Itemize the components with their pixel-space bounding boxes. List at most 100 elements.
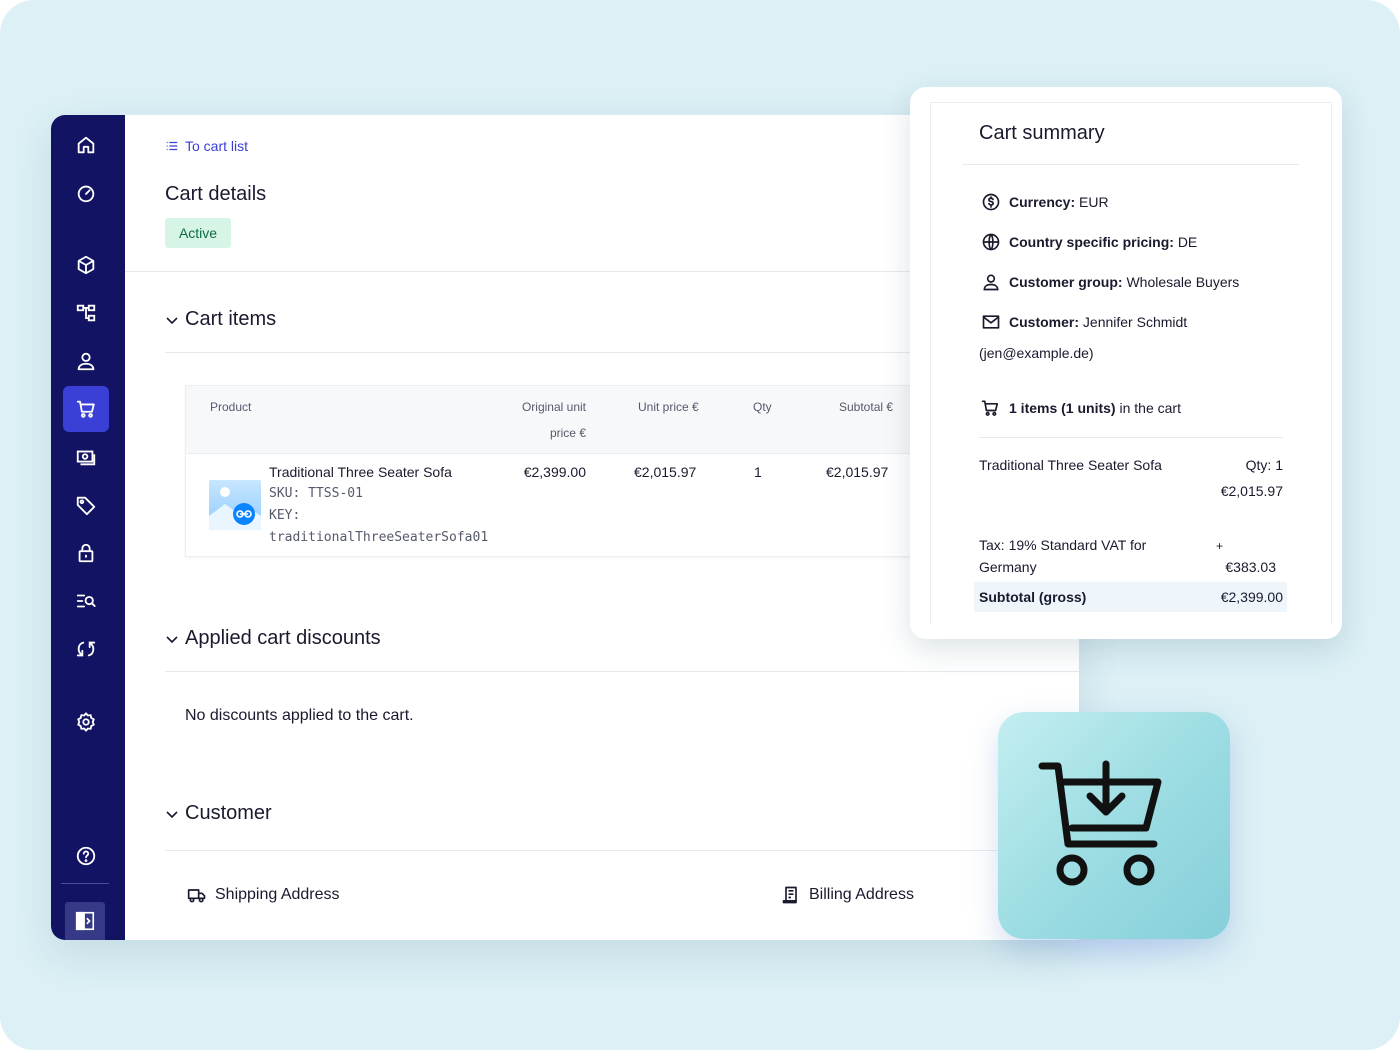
product-key: traditionalThreeSeaterSofa01 — [269, 530, 489, 545]
summary-title-divider — [962, 164, 1299, 165]
truck-icon — [187, 889, 206, 903]
summary-customer-group: Customer group: Wholesale Buyers — [981, 272, 1239, 292]
summary-customer: Customer: Jennifer Schmidt — [981, 312, 1187, 332]
customer-heading: Customer — [185, 802, 272, 824]
discounts-section-toggle[interactable]: Applied cart discounts — [165, 627, 381, 650]
chevron-down-icon — [166, 316, 178, 324]
cart-items-table: Product Original unit price € Unit price… — [185, 385, 945, 557]
money-icon — [76, 450, 96, 466]
nav-categories[interactable] — [63, 290, 109, 336]
product-thumbnail — [209, 480, 261, 530]
globe-icon — [982, 233, 1000, 251]
user-icon — [77, 352, 95, 371]
status-badge: Active — [165, 218, 231, 248]
customer-group-value: Wholesale Buyers — [1126, 274, 1240, 290]
nav-dashboard[interactable] — [63, 170, 109, 216]
mail-icon — [982, 315, 1000, 329]
hierarchy-icon — [76, 304, 96, 322]
items-count-bold: 1 items (1 units) — [1009, 400, 1116, 416]
image-placeholder-icon — [209, 487, 261, 530]
customer-value[interactable]: Jennifer Schmidt — [1083, 314, 1187, 330]
summary-line-item-qty: Qty: 1 — [1245, 457, 1283, 473]
tax-value: €383.03 — [1225, 559, 1276, 575]
discounts-divider — [165, 671, 1079, 672]
nav-discounts[interactable] — [63, 482, 109, 528]
summary-line-item-name: Traditional Three Seater Sofa — [979, 457, 1162, 473]
chevron-down-icon — [166, 635, 178, 643]
country-value: DE — [1177, 234, 1198, 250]
tax-label-line-1: Tax: 19% Standard VAT for — [979, 537, 1147, 553]
billing-address-label: Billing Address — [809, 886, 914, 903]
discounts-heading: Applied cart discounts — [185, 627, 381, 649]
col-qty: Qty — [753, 400, 772, 414]
cart-summary-card — [910, 87, 1342, 639]
box-icon — [77, 255, 95, 275]
nav-carts[interactable] — [63, 386, 109, 432]
cart-items-section-toggle[interactable]: Cart items — [165, 308, 276, 331]
cart-items-heading: Cart items — [185, 308, 277, 330]
list-icon — [166, 141, 178, 151]
cell-original-unit-price: €2,399.00 — [523, 464, 586, 480]
billing-address[interactable]: Billing Address — [781, 885, 914, 905]
sidebar-collapse-button[interactable] — [65, 902, 105, 940]
nav-home[interactable] — [63, 122, 109, 168]
chevron-down-icon — [166, 810, 178, 818]
cell-unit-price: €2,015.97 — [634, 464, 697, 480]
col-product: Product — [210, 400, 252, 414]
nav-settings[interactable] — [63, 699, 109, 745]
panel-expand-icon — [75, 911, 95, 931]
nav-orders[interactable] — [63, 434, 109, 480]
cell-qty: 1 — [754, 464, 762, 480]
home-icon — [77, 136, 95, 154]
tax-plus-sign: + — [1216, 539, 1224, 553]
cart-summary-title: Cart summary — [979, 122, 1105, 144]
subtotal-label: Subtotal (gross) — [979, 589, 1087, 605]
settings-icon — [77, 712, 95, 732]
summary-line-item-price: €2,015.97 — [1220, 483, 1283, 499]
customer-group-label: Customer group: — [1009, 274, 1123, 290]
nav-search[interactable] — [63, 578, 109, 624]
customer-email[interactable]: (jen@example.de) — [979, 342, 1094, 364]
col-subtotal: Subtotal € — [839, 400, 894, 414]
search-list-icon — [76, 594, 96, 608]
col-original-unit-price: Original unit price € — [521, 400, 586, 440]
canvas-background: To cart list Cart details Active Cart it… — [0, 0, 1400, 1050]
nav-products[interactable] — [63, 242, 109, 288]
subtotal-value: €2,399.00 — [1220, 589, 1283, 605]
dashboard-icon — [77, 185, 95, 203]
tax-label-line-2: Germany — [979, 559, 1037, 575]
cart-icon — [981, 400, 999, 416]
page-title: Cart details — [165, 183, 267, 205]
shipping-address[interactable]: Shipping Address — [187, 885, 340, 905]
col-unit-price: Unit price € — [638, 400, 699, 414]
nav-sync[interactable] — [63, 626, 109, 672]
help-icon — [76, 846, 96, 866]
product-key-label: KEY: — [269, 508, 301, 523]
currency-label: Currency: — [1009, 194, 1076, 210]
cart-download-tile — [998, 712, 1230, 939]
currency-value: EUR — [1079, 194, 1109, 210]
back-link-label: To cart list — [185, 138, 249, 154]
country-label: Country specific pricing: — [1009, 234, 1174, 250]
product-sku: SKU: TTSS-01 — [269, 486, 363, 501]
nav-help[interactable] — [63, 833, 109, 879]
lock-icon — [78, 543, 94, 563]
table-header: Product Original unit price € Unit price… — [186, 386, 944, 454]
summary-country-pricing: Country specific pricing: DE — [981, 232, 1197, 252]
summary-items-count: 1 items (1 units) in the cart — [981, 398, 1181, 418]
customer-divider — [165, 850, 1079, 851]
user-icon — [983, 274, 999, 291]
cell-subtotal: €2,015.97 — [826, 464, 889, 480]
nav-customers[interactable] — [63, 338, 109, 384]
customer-section-toggle[interactable]: Customer — [165, 802, 272, 825]
tag-icon — [76, 496, 96, 516]
cart-icon — [76, 400, 95, 418]
receipt-icon — [782, 886, 797, 904]
currency-icon — [982, 193, 1000, 211]
product-name: Traditional Three Seater Sofa — [269, 464, 452, 480]
shipping-address-label: Shipping Address — [215, 886, 340, 903]
sidebar — [51, 115, 125, 940]
sidebar-divider — [61, 883, 109, 884]
nav-security[interactable] — [63, 530, 109, 576]
back-to-cart-list-link[interactable]: To cart list — [165, 138, 248, 154]
